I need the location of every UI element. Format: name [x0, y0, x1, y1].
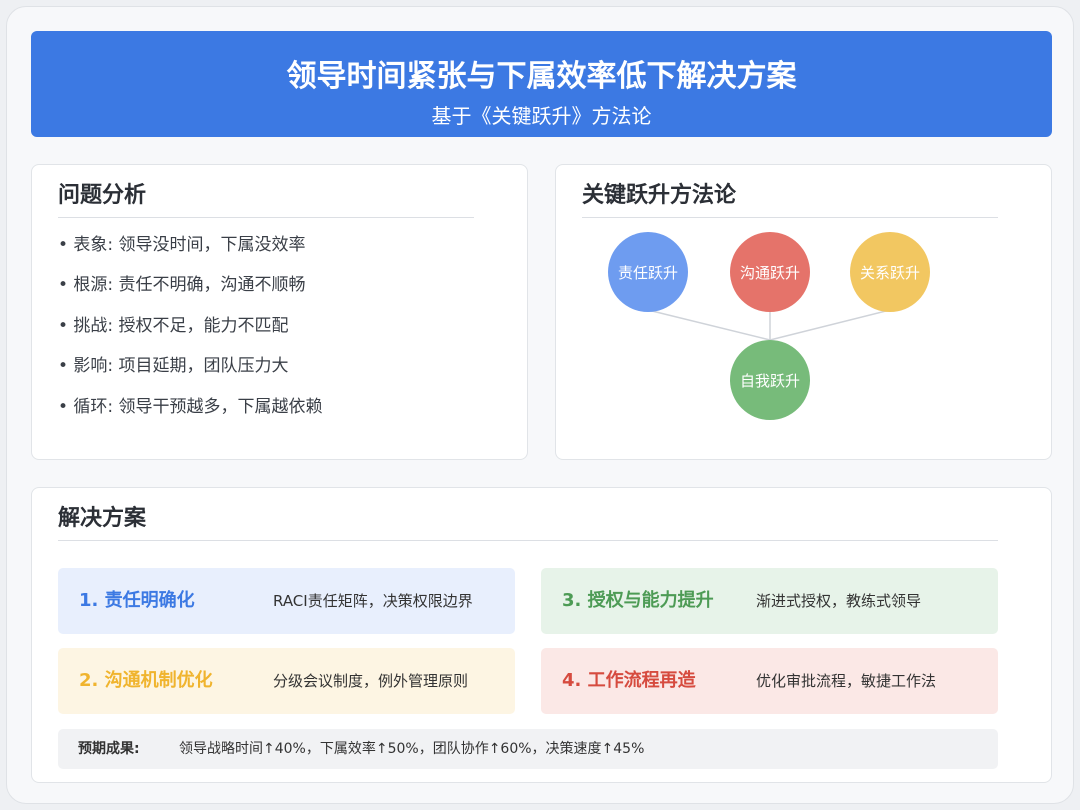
node-self: 自我跃升 [730, 340, 810, 420]
expected-outcome-bar: 预期成果: 领导战略时间↑40%，下属效率↑50%，团队协作↑60%，决策速度↑… [58, 729, 998, 769]
solution-title: 1. 责任明确化 [79, 590, 195, 611]
solutions-title: 解决方案 [58, 506, 147, 531]
solution-title: 3. 授权与能力提升 [562, 590, 714, 611]
outcome-text: 领导战略时间↑40%，下属效率↑50%，团队协作↑60%，决策速度↑45% [179, 741, 645, 757]
solution-desc: 优化审批流程，敏捷工作法 [756, 672, 937, 690]
connector-line [647, 309, 771, 341]
node-relationship: 关系跃升 [850, 232, 930, 312]
solution-title: 4. 工作流程再造 [562, 670, 696, 691]
solution-title: 2. 沟通机制优化 [79, 670, 213, 691]
node-responsibility: 责任跃升 [608, 232, 688, 312]
solution-desc: 分级会议制度，例外管理原则 [273, 672, 469, 690]
solution-card-2: 2. 沟通机制优化 分级会议制度，例外管理原则 [58, 648, 515, 714]
connector-line [769, 309, 891, 341]
solution-desc: 渐进式授权，教练式领导 [756, 592, 922, 610]
node-communication: 沟通跃升 [730, 232, 810, 312]
outcome-label: 预期成果: [78, 741, 140, 757]
solution-desc: RACI责任矩阵，决策权限边界 [273, 592, 473, 610]
solutions-divider [58, 540, 998, 541]
solution-card-4: 4. 工作流程再造 优化审批流程，敏捷工作法 [541, 648, 998, 714]
solution-card-1: 1. 责任明确化 RACI责任矩阵，决策权限边界 [58, 568, 515, 634]
solution-card-3: 3. 授权与能力提升 渐进式授权，教练式领导 [541, 568, 998, 634]
